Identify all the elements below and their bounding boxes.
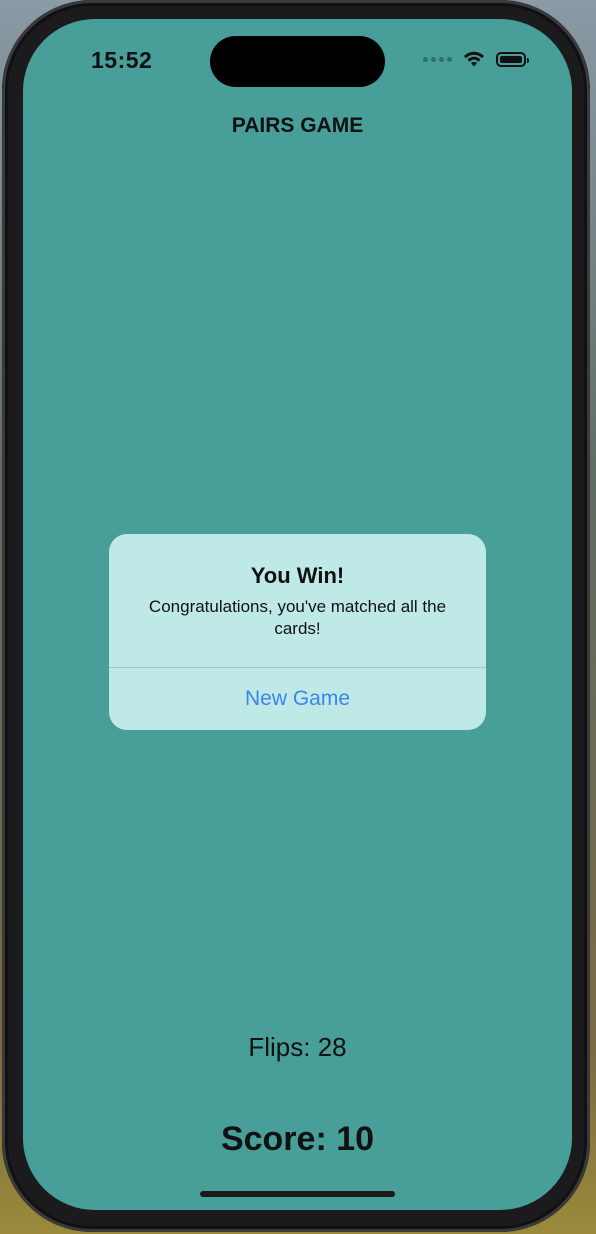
alert-title: You Win!: [250, 563, 345, 588]
flips-counter: Flips: 28: [248, 1032, 347, 1062]
status-icons: [423, 50, 529, 68]
wifi-icon: [464, 51, 484, 67]
battery-icon: [496, 51, 529, 67]
phone-frame: 15:52 PAIRS GAME You Win! Congratulation…: [2, 0, 590, 1232]
home-indicator[interactable]: [200, 1191, 395, 1197]
phone-screen: 15:52 PAIRS GAME You Win! Congratulation…: [23, 19, 572, 1210]
win-alert-dialog: You Win! Congratulations, you've matched…: [109, 534, 486, 730]
score-display: Score: 10: [220, 1120, 375, 1158]
cellular-signal-icon: [423, 56, 452, 62]
status-time: 15:52: [91, 47, 153, 73]
dynamic-island: [210, 36, 385, 87]
new-game-button[interactable]: New Game: [109, 668, 486, 730]
page-title: PAIRS GAME: [231, 114, 364, 137]
alert-message: Congratulations, you've matched all the …: [148, 597, 447, 638]
